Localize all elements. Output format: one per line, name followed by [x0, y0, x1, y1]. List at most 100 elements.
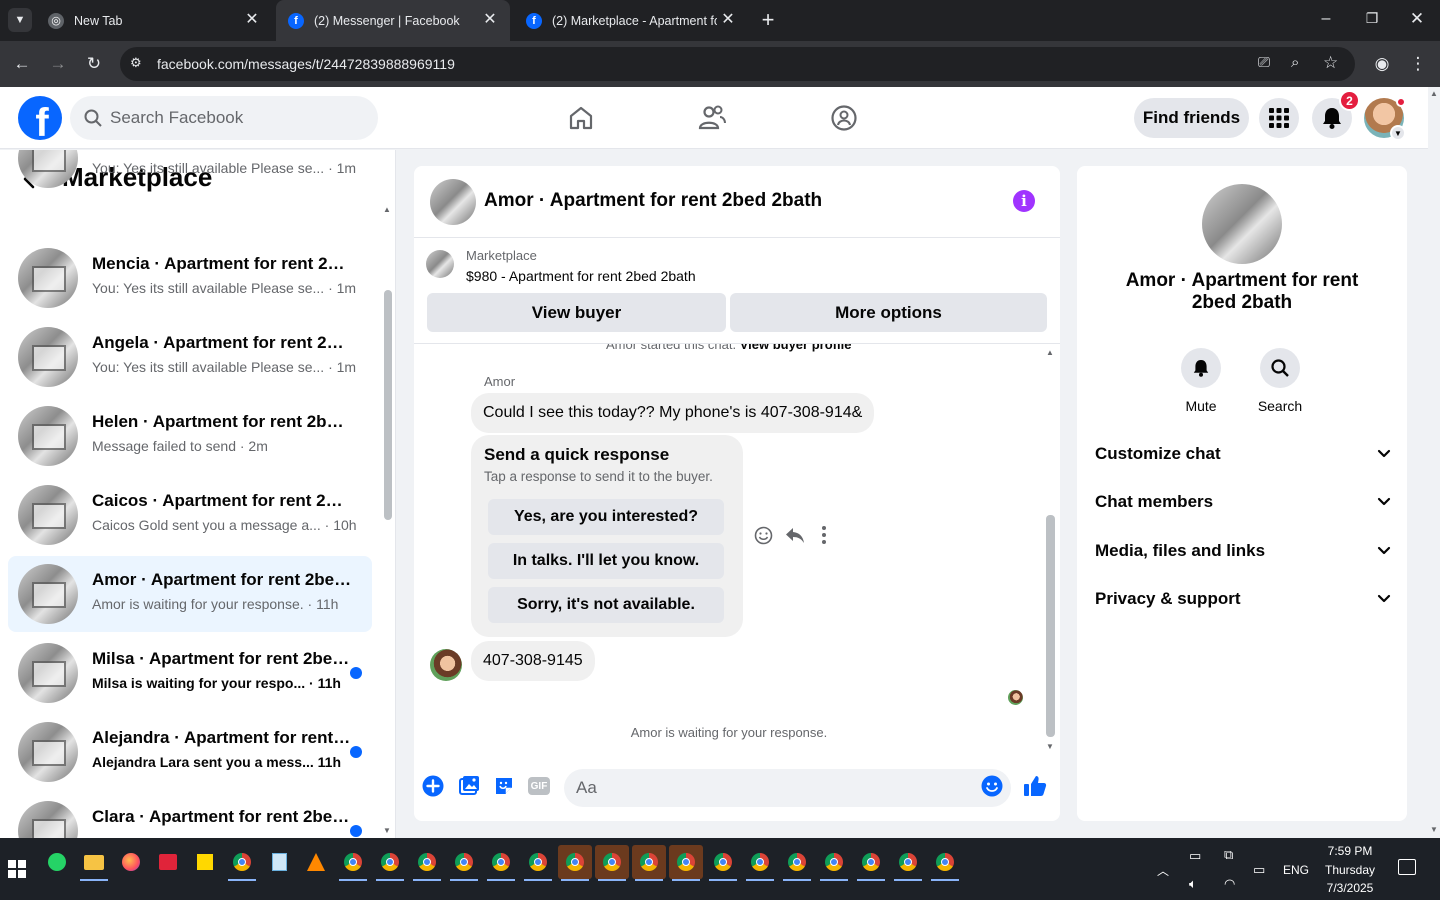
- keyboard-icon[interactable]: ▭: [1253, 862, 1265, 878]
- conversation-item[interactable]: You: Yes its still available Please se..…: [8, 150, 372, 196]
- taskbar-chrome-button[interactable]: [854, 845, 888, 881]
- mute-button[interactable]: Mute: [1171, 348, 1231, 414]
- scroll-up-arrow[interactable]: ▲: [1430, 89, 1438, 98]
- listing-title[interactable]: $980 - Apartment for rent 2bed 2bath: [466, 268, 696, 284]
- conversation-item[interactable]: Caicos · Apartment for rent 2bed 2bath Ca…: [8, 477, 372, 553]
- wifi-icon[interactable]: ◠: [1224, 876, 1235, 892]
- home-icon[interactable]: [564, 101, 598, 135]
- tab-search-dropdown[interactable]: ▼: [8, 8, 32, 32]
- thumbs-up-icon[interactable]: [1022, 773, 1048, 799]
- taskbar-sticky-notes-button[interactable]: [188, 845, 222, 879]
- scroll-up-arrow[interactable]: ▲: [383, 205, 391, 214]
- new-tab-button[interactable]: +: [758, 8, 778, 32]
- scroll-down-arrow[interactable]: ▼: [1046, 742, 1054, 751]
- taskbar-chrome-button[interactable]: [484, 845, 518, 881]
- windows-start-icon[interactable]: [8, 860, 26, 878]
- listing-thumbnail[interactable]: [426, 250, 454, 278]
- emoji-icon[interactable]: [979, 773, 1005, 799]
- view-profile-link[interactable]: View buyer profile: [740, 344, 852, 352]
- page-scrollbar[interactable]: ▲ ▼: [1428, 87, 1440, 838]
- chevron-down-icon[interactable]: ▼: [1390, 125, 1406, 141]
- taskbar-chrome-button[interactable]: [743, 845, 777, 881]
- section-media-files-and-links[interactable]: Media, files and links: [1095, 531, 1391, 571]
- chrome-menu-icon[interactable]: ⋮: [1405, 51, 1431, 77]
- taskbar-chrome-button[interactable]: [447, 845, 481, 881]
- taskbar-chrome-button[interactable]: [336, 845, 370, 881]
- sticker-icon[interactable]: [491, 773, 517, 799]
- message-input[interactable]: [564, 769, 1011, 807]
- reply-icon[interactable]: [785, 526, 805, 549]
- back-button[interactable]: ←: [9, 51, 35, 77]
- message-bubble[interactable]: Could I see this today?? My phone's is 4…: [471, 393, 875, 433]
- battery-icon[interactable]: ▭: [1189, 848, 1201, 864]
- address-bar[interactable]: ⚙ facebook.com/messages/t/24472839888969…: [120, 47, 1355, 81]
- taskbar-chrome-button[interactable]: [632, 845, 666, 881]
- plus-circle-icon[interactable]: [420, 773, 446, 799]
- profile-icon[interactable]: ◉: [1369, 51, 1395, 77]
- close-tab-icon[interactable]: ✕: [244, 12, 260, 28]
- conversation-item[interactable]: Clara · Apartment for rent 2bed 2bath: [8, 793, 372, 838]
- taskbar-chrome-button[interactable]: [373, 845, 407, 881]
- taskbar-file-explorer-button[interactable]: [77, 845, 111, 881]
- section-privacy-support[interactable]: Privacy & support: [1095, 579, 1391, 619]
- menu-grid-icon[interactable]: [1259, 98, 1299, 138]
- search-input[interactable]: [110, 96, 370, 140]
- tab-marketplace[interactable]: f (2) Marketplace - Apartment for ✕: [514, 0, 748, 41]
- clock[interactable]: 7:59 PM Thursday 7/3/2025: [1318, 842, 1382, 898]
- groups-icon[interactable]: [827, 101, 861, 135]
- more-options-button[interactable]: More options: [730, 293, 1047, 332]
- chat-title[interactable]: Amor · Apartment for rent 2bed 2bath: [484, 190, 822, 212]
- taskbar-chrome-button[interactable]: [817, 845, 851, 881]
- search-box[interactable]: [70, 96, 378, 140]
- volume-icon[interactable]: 🔈︎: [1189, 876, 1197, 892]
- search-in-chat-button[interactable]: Search: [1250, 348, 1310, 414]
- find-friends-button[interactable]: Find friends: [1134, 98, 1249, 138]
- language-indicator[interactable]: ENG: [1283, 863, 1309, 877]
- taskbar-chrome-button[interactable]: [891, 845, 925, 881]
- install-app-icon[interactable]: ⎚: [1258, 54, 1270, 71]
- device-icon[interactable]: ⧉: [1224, 847, 1233, 863]
- conversation-item[interactable]: Alejandra · Apartment for rent 2bed 2bat…: [8, 714, 372, 790]
- taskbar-vlc-button[interactable]: [299, 845, 333, 879]
- conversation-item[interactable]: Mencia · Apartment for rent 2bed 2bath Yo…: [8, 240, 372, 316]
- taskbar-chrome-button[interactable]: [669, 845, 703, 881]
- taskbar-chrome-button[interactable]: [595, 845, 629, 881]
- scroll-down-arrow[interactable]: ▼: [383, 826, 391, 835]
- react-smiley-icon[interactable]: [754, 526, 773, 550]
- conversation-item[interactable]: Milsa · Apartment for rent 2bed 2bath Mil…: [8, 635, 372, 711]
- action-center-icon[interactable]: [1398, 859, 1416, 875]
- restore-button[interactable]: ❐: [1362, 10, 1382, 30]
- sidebar-scrollbar[interactable]: [384, 290, 392, 520]
- chat-info-avatar[interactable]: [1202, 184, 1282, 264]
- photo-icon[interactable]: [456, 773, 482, 799]
- quick-reply-not-available[interactable]: Sorry, it's not available.: [488, 587, 724, 623]
- chat-avatar[interactable]: [430, 179, 476, 225]
- account-avatar[interactable]: ▼: [1364, 97, 1406, 141]
- taskbar-chrome-button[interactable]: [558, 845, 592, 881]
- reload-button[interactable]: ↻: [81, 51, 107, 77]
- taskbar-chrome-button[interactable]: [928, 845, 962, 881]
- conversation-item[interactable]: Amor · Apartment for rent 2bed 2bath Amor…: [8, 556, 372, 632]
- friends-icon[interactable]: [695, 101, 729, 135]
- scroll-down-arrow[interactable]: ▼: [1430, 825, 1438, 834]
- taskbar-chrome-button[interactable]: [225, 845, 259, 881]
- tab-new-tab[interactable]: ◎ New Tab ✕: [36, 0, 272, 41]
- facebook-logo[interactable]: f: [18, 96, 62, 140]
- tab-messenger[interactable]: f (2) Messenger | Facebook ✕: [276, 0, 510, 41]
- view-buyer-button[interactable]: View buyer: [427, 293, 726, 332]
- section-chat-members[interactable]: Chat members: [1095, 482, 1391, 522]
- conversation-item[interactable]: Angela · Apartment for rent 2bed 2bath Yo…: [8, 319, 372, 395]
- taskbar-whatsapp-button[interactable]: [40, 845, 74, 879]
- quick-reply-in-talks[interactable]: In talks. I'll let you know.: [488, 543, 724, 579]
- close-tab-icon[interactable]: ✕: [482, 12, 498, 28]
- message-bubble[interactable]: 407-308-9145: [471, 641, 595, 681]
- minimize-button[interactable]: –: [1316, 10, 1336, 30]
- zoom-icon[interactable]: ⌕: [1291, 54, 1299, 71]
- close-tab-icon[interactable]: ✕: [720, 12, 736, 28]
- gif-icon[interactable]: GIF: [526, 773, 552, 799]
- chat-scrollbar[interactable]: [1046, 515, 1055, 737]
- taskbar-notepad-button[interactable]: [262, 845, 296, 879]
- more-actions-icon[interactable]: [819, 526, 829, 544]
- taskbar-chrome-button[interactable]: [780, 845, 814, 881]
- close-window-button[interactable]: ✕: [1407, 9, 1427, 29]
